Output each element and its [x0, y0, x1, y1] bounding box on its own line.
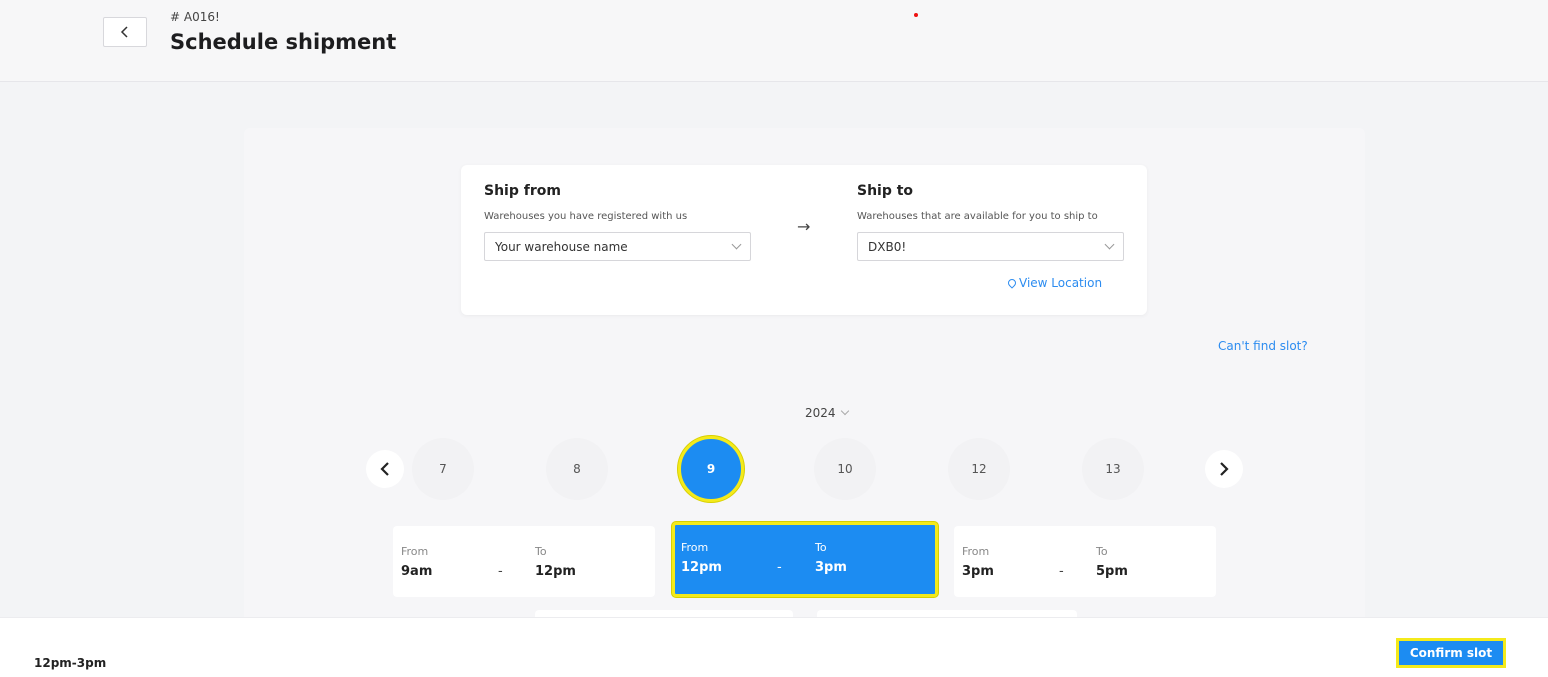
- ship-from-value: Your warehouse name: [495, 239, 628, 254]
- date-10[interactable]: 10: [814, 438, 876, 500]
- slot-separator: -: [1059, 564, 1064, 579]
- slot-to-label: To: [1096, 545, 1108, 558]
- notification-dot: [914, 13, 918, 17]
- top-bar: # A016! Schedule shipment: [0, 0, 1548, 82]
- order-id: # A016!: [170, 10, 220, 24]
- slot-separator: -: [777, 560, 782, 575]
- view-location-link[interactable]: View Location: [1006, 276, 1103, 290]
- slot-from-label: From: [681, 541, 709, 554]
- date-7[interactable]: 7: [412, 438, 474, 500]
- chevron-right-icon: [1220, 462, 1229, 476]
- slot-to-time: 12pm: [535, 564, 576, 579]
- time-slot[interactable]: From To 9am - 12pm: [393, 526, 655, 597]
- date-8[interactable]: 8: [546, 438, 608, 500]
- ship-to-section: Ship to Warehouses that are available fo…: [857, 183, 1124, 261]
- slot-to-label: To: [535, 545, 547, 558]
- ship-route-card: Ship from Warehouses you have registered…: [461, 165, 1147, 315]
- slot-from-time: 9am: [401, 564, 433, 579]
- chevron-down-icon: [731, 239, 742, 250]
- chevron-down-icon: [840, 406, 849, 416]
- location-pin-icon: [1006, 277, 1018, 289]
- slot-from-label: From: [962, 545, 990, 558]
- slot-from-time: 12pm: [681, 560, 722, 575]
- chevron-down-icon: [1104, 239, 1115, 250]
- ship-from-section: Ship from Warehouses you have registered…: [484, 183, 751, 261]
- back-button[interactable]: [103, 17, 147, 47]
- year-value: 2024: [805, 406, 836, 420]
- ship-to-select[interactable]: DXB0!: [857, 232, 1124, 261]
- ship-to-title: Ship to: [857, 183, 914, 199]
- chevron-left-icon: [120, 26, 128, 38]
- confirm-slot-button[interactable]: Confirm slot: [1396, 638, 1506, 668]
- chevron-left-icon: [380, 462, 389, 476]
- ship-from-subtitle: Warehouses you have registered with us: [484, 211, 688, 222]
- ship-to-subtitle: Warehouses that are available for you to…: [857, 211, 1098, 222]
- date-12[interactable]: 12: [948, 438, 1010, 500]
- view-location-label: View Location: [1019, 276, 1103, 290]
- slot-to-time: 3pm: [815, 560, 847, 575]
- slot-to-label: To: [815, 541, 827, 554]
- selected-slot-summary: 12pm-3pm: [34, 656, 107, 670]
- slot-from-label: From: [401, 545, 429, 558]
- footer-bar: 12pm-3pm Confirm slot: [0, 617, 1548, 677]
- slot-to-time: 5pm: [1096, 564, 1128, 579]
- date-9-selected[interactable]: 9: [678, 436, 744, 502]
- cant-find-slot-link[interactable]: Can't find slot?: [1218, 339, 1308, 353]
- ship-from-select[interactable]: Your warehouse name: [484, 232, 751, 261]
- time-slot-selected[interactable]: From To 12pm - 3pm: [672, 522, 938, 597]
- arrow-right-icon: →: [797, 217, 811, 236]
- page-title: Schedule shipment: [170, 30, 397, 54]
- time-slot[interactable]: From To 3pm - 5pm: [954, 526, 1216, 597]
- year-selector[interactable]: 2024: [805, 406, 849, 420]
- date-13[interactable]: 13: [1082, 438, 1144, 500]
- prev-dates-button[interactable]: [366, 450, 404, 488]
- ship-from-title: Ship from: [484, 183, 561, 199]
- slot-from-time: 3pm: [962, 564, 994, 579]
- ship-to-value: DXB0!: [868, 239, 907, 254]
- next-dates-button[interactable]: [1205, 450, 1243, 488]
- slot-separator: -: [498, 564, 503, 579]
